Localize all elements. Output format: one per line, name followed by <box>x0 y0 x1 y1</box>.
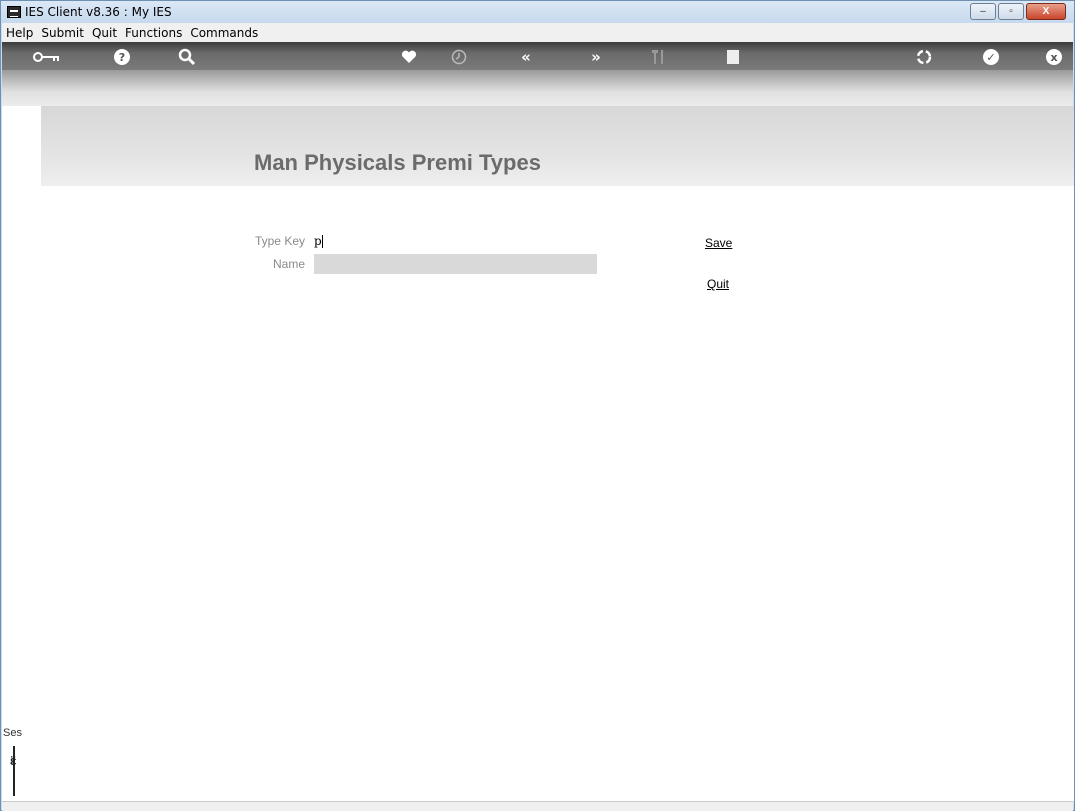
rewind-icon[interactable]: « <box>517 48 535 66</box>
left-gutter <box>2 106 28 801</box>
maximize-button[interactable]: ▫ <box>998 3 1024 20</box>
key-icon[interactable] <box>32 48 60 66</box>
header-band: Man Physicals Premi Types <box>41 106 1074 186</box>
app-icon <box>7 6 21 18</box>
name-label: Name <box>272 257 305 271</box>
close-icon: X <box>1042 6 1050 17</box>
check-icon[interactable]: ✓ <box>982 48 1000 66</box>
page-title: Man Physicals Premi Types <box>254 150 541 175</box>
session-label: Ses <box>3 727 22 739</box>
session-divider <box>13 746 15 796</box>
maximize-icon: ▫ <box>1009 6 1013 17</box>
status-bar <box>2 801 1073 811</box>
tools-icon[interactable] <box>650 48 668 66</box>
close-icon[interactable]: x <box>1045 48 1063 66</box>
menu-bar: Help Submit Quit Functions Commands <box>2 23 1073 42</box>
save-link[interactable]: Save <box>705 236 732 250</box>
quit-link[interactable]: Quit <box>707 277 729 291</box>
stop-icon[interactable] <box>724 48 742 66</box>
menu-submit[interactable]: Submit <box>41 26 84 40</box>
forward-icon[interactable]: » <box>587 48 605 66</box>
app-window: IES Client v8.36 : My IES – ▫ X Help Sub… <box>0 0 1075 811</box>
menu-functions[interactable]: Functions <box>125 26 182 40</box>
type-key-input[interactable]: p <box>311 231 593 251</box>
text-caret <box>321 235 323 248</box>
recycle-icon[interactable] <box>915 48 933 66</box>
minimize-icon: – <box>980 6 986 17</box>
form-panel: Man Physicals Premi Types Type Key p Nam… <box>28 106 1074 801</box>
menu-help[interactable]: Help <box>6 26 33 40</box>
title-bar: IES Client v8.36 : My IES – ▫ X <box>1 1 1074 23</box>
menu-quit[interactable]: Quit <box>92 26 117 40</box>
type-key-label: Type Key <box>254 234 305 248</box>
name-input[interactable] <box>314 254 597 274</box>
help-icon[interactable]: ? <box>113 48 131 66</box>
type-key-value: p <box>314 234 322 248</box>
toolbar: ? « » ✓ x <box>2 42 1073 106</box>
heart-icon[interactable] <box>400 48 418 66</box>
window-controls: – ▫ X <box>970 3 1066 20</box>
menu-commands[interactable]: Commands <box>190 26 258 40</box>
clock-icon[interactable] <box>450 48 468 66</box>
window-title: IES Client v8.36 : My IES <box>25 5 172 19</box>
close-button[interactable]: X <box>1026 3 1066 20</box>
minimize-button[interactable]: – <box>970 3 996 20</box>
search-icon[interactable] <box>178 48 196 66</box>
